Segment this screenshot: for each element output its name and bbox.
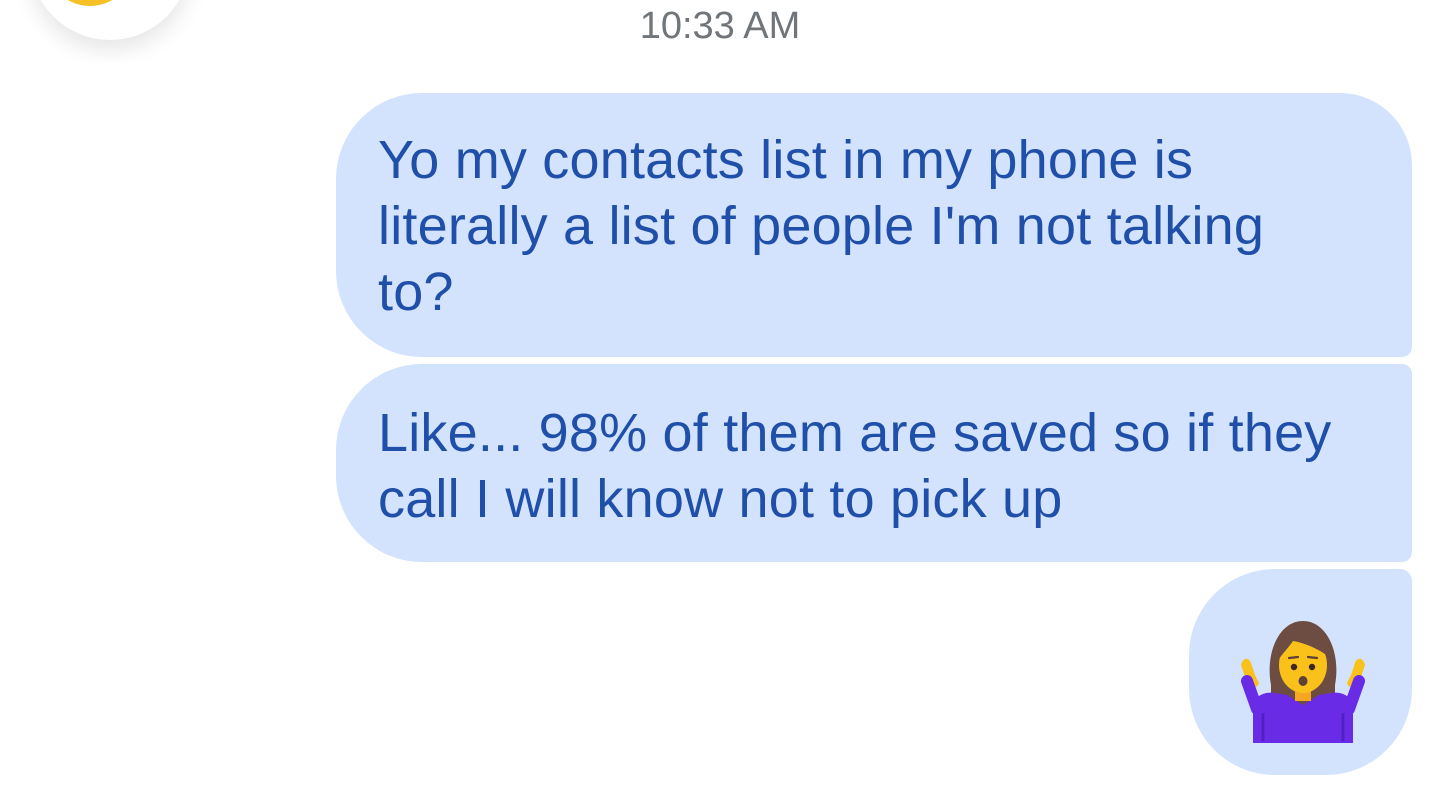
message-text: Like... 98% of them are saved so if they… xyxy=(378,403,1332,529)
outgoing-message-bubble[interactable]: Like... 98% of them are saved so if they… xyxy=(336,364,1412,562)
message-text: Yo my contacts list in my phone is liter… xyxy=(378,130,1265,322)
woman-shrugging-emoji xyxy=(1241,621,1365,743)
conversation-view: 10:33 AM Yo my contacts list in my phone… xyxy=(0,0,1440,793)
outgoing-emoji-bubble[interactable] xyxy=(1189,569,1412,775)
outgoing-message-bubble[interactable]: Yo my contacts list in my phone is liter… xyxy=(336,93,1412,357)
message-timestamp: 10:33 AM xyxy=(639,5,801,47)
